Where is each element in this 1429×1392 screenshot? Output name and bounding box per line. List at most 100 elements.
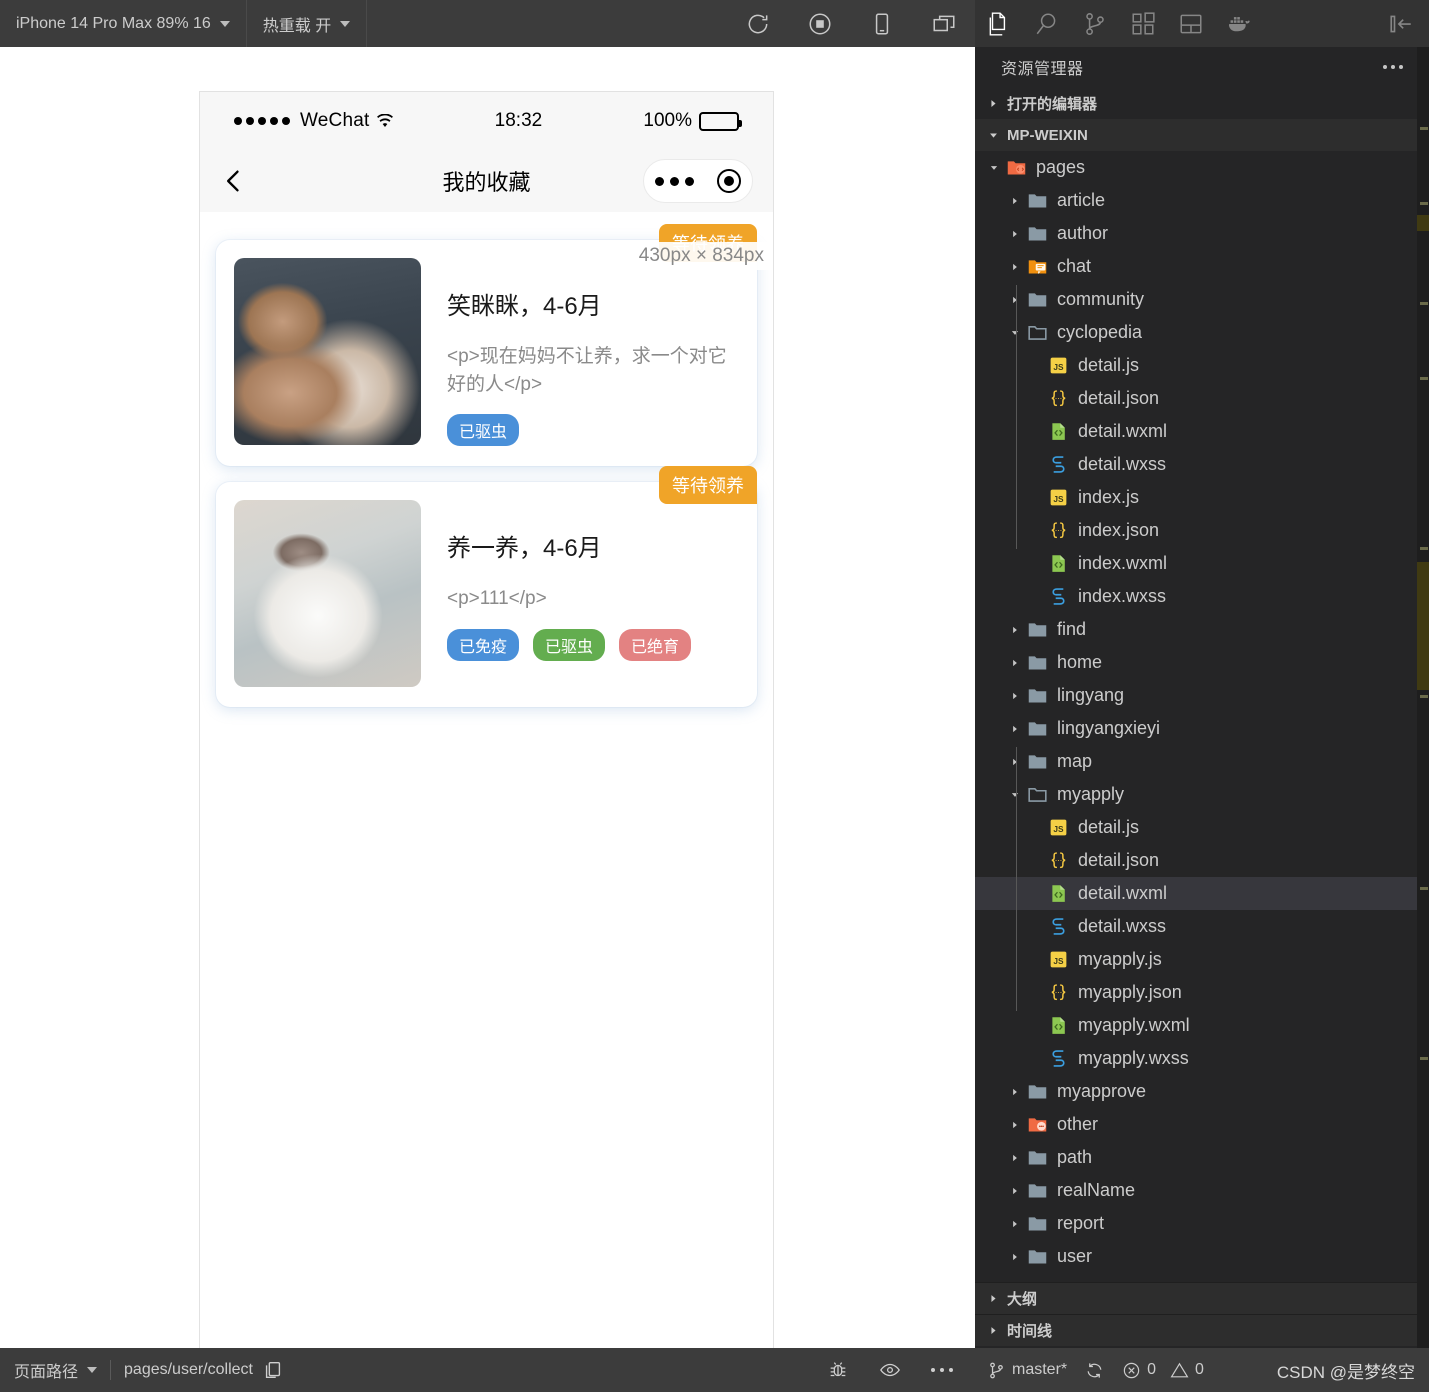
tree-folder-row[interactable]: community (975, 283, 1429, 316)
chevron-right-icon[interactable] (1006, 1153, 1024, 1163)
chevron-right-icon[interactable] (1006, 724, 1024, 734)
more-dots-icon[interactable] (931, 1368, 953, 1372)
page-path-label[interactable]: 页面路径 (14, 1358, 78, 1382)
chevron-down-icon[interactable] (1006, 328, 1024, 338)
device-icon[interactable] (869, 11, 895, 37)
tree-file-row[interactable]: JS detail.js (975, 811, 1429, 844)
section-workspace-label: MP-WEIXIN (1007, 126, 1088, 144)
docker-icon[interactable] (1215, 0, 1263, 47)
more-dots-icon[interactable] (655, 176, 695, 186)
chevron-right-icon[interactable] (1006, 1219, 1024, 1229)
list-item[interactable]: 等待领养 笑眯眯，4-6月 <p>现在妈妈不让养，求一个对它好的人</p> 已驱… (216, 224, 757, 467)
tree-file-row[interactable]: JS index.js (975, 481, 1429, 514)
tree-folder-row[interactable]: find (975, 613, 1429, 646)
chevron-down-icon[interactable] (985, 163, 1003, 173)
copy-icon[interactable] (262, 1359, 284, 1381)
tree-item-label: author (1057, 223, 1109, 243)
file-tree[interactable]: 打开的编辑器 MP-WEIXIN pages article author chat c… (975, 87, 1429, 1282)
tree-folder-row[interactable]: home (975, 646, 1429, 679)
tree-file-row[interactable]: index.wxml (975, 547, 1429, 580)
wxss-icon (1045, 1048, 1071, 1069)
refresh-icon[interactable] (745, 11, 771, 37)
multi-window-icon[interactable] (931, 11, 957, 37)
eye-icon[interactable] (879, 1359, 901, 1381)
chevron-right-icon[interactable] (1006, 196, 1024, 206)
collect-list[interactable]: 等待领养 笑眯眯，4-6月 <p>现在妈妈不让养，求一个对它好的人</p> 已驱… (200, 212, 773, 1383)
source-control-icon[interactable] (1071, 0, 1119, 47)
tree-file-row[interactable]: detail.wxml (975, 877, 1429, 910)
chevron-right-icon[interactable] (1006, 1120, 1024, 1130)
section-outline[interactable]: 大纲 (975, 1282, 1429, 1314)
chevron-right-icon[interactable] (1006, 757, 1024, 767)
chevron-right-icon[interactable] (1006, 1252, 1024, 1262)
chevron-right-icon[interactable] (1006, 1186, 1024, 1196)
list-item[interactable]: 等待领养 养一养，4-6月 <p>111</p> 已免疫 已驱虫 已绝育 (216, 466, 757, 708)
device-selector[interactable]: iPhone 14 Pro Max 89% 16 (0, 0, 247, 47)
tree-folder-row[interactable]: cyclopedia (975, 316, 1429, 349)
tree-file-row[interactable]: detail.wxml (975, 415, 1429, 448)
extensions-icon[interactable] (1119, 0, 1167, 47)
tree-file-row[interactable]: detail.wxss (975, 910, 1429, 943)
chevron-right-icon[interactable] (1006, 691, 1024, 701)
chevron-right-icon[interactable] (1006, 658, 1024, 668)
tree-folder-row[interactable]: pages (975, 151, 1429, 184)
branch-indicator[interactable]: master* (987, 1361, 1067, 1380)
search-icon[interactable] (1023, 0, 1071, 47)
section-timeline[interactable]: 时间线 (975, 1314, 1429, 1346)
tree-folder-row[interactable]: map (975, 745, 1429, 778)
chevron-right-icon (985, 95, 1001, 111)
tree-folder-row[interactable]: lingyang (975, 679, 1429, 712)
chevron-down-icon[interactable] (87, 1367, 98, 1373)
json-icon (1045, 982, 1071, 1003)
vscode-pane: 资源管理器 打开的编辑器 MP-WEIXIN pages article autho… (975, 0, 1429, 1392)
tree-item-label: detail.wxss (1078, 454, 1167, 474)
chevron-right-icon[interactable] (1006, 262, 1024, 272)
chevron-right-icon[interactable] (1006, 229, 1024, 239)
chevron-right-icon[interactable] (1006, 295, 1024, 305)
tree-file-row[interactable]: myapply.wxss (975, 1042, 1429, 1075)
phone-frame: WeChat 18:32 100% 我的收藏 430px × 834px 笑眯眯… (199, 91, 774, 1384)
explorer-icon[interactable] (975, 0, 1023, 47)
tree-file-row[interactable]: myapply.wxml (975, 1009, 1429, 1042)
section-workspace[interactable]: MP-WEIXIN (975, 119, 1429, 151)
json-icon (1045, 520, 1071, 541)
status-bar-time: 18:32 (494, 110, 543, 131)
tree-folder-row[interactable]: user (975, 1240, 1429, 1273)
chevron-left-icon[interactable] (220, 167, 248, 195)
chevron-right-icon[interactable] (1006, 1087, 1024, 1097)
collapse-sidebar-icon[interactable] (1381, 0, 1429, 47)
tree-file-row[interactable]: JS detail.js (975, 349, 1429, 382)
layout-panel-icon[interactable] (1167, 0, 1215, 47)
tree-folder-row[interactable]: chat (975, 250, 1429, 283)
tree-folder-row[interactable]: myapply (975, 778, 1429, 811)
tree-folder-row[interactable]: lingyangxieyi (975, 712, 1429, 745)
tree-folder-row[interactable]: report (975, 1207, 1429, 1240)
tree-file-row[interactable]: index.wxss (975, 580, 1429, 613)
tree-folder-row[interactable]: other (975, 1108, 1429, 1141)
folder-plain-icon (1024, 619, 1050, 640)
status-badge: 等待领养 (659, 466, 757, 505)
stop-record-icon[interactable] (807, 11, 833, 37)
js-icon: JS (1045, 487, 1071, 508)
tree-folder-row[interactable]: realName (975, 1174, 1429, 1207)
more-actions-icon[interactable] (1383, 65, 1417, 69)
chevron-right-icon[interactable] (1006, 625, 1024, 635)
tree-file-row[interactable]: myapply.json (975, 976, 1429, 1009)
tree-folder-row[interactable]: path (975, 1141, 1429, 1174)
tree-folder-row[interactable]: myapprove (975, 1075, 1429, 1108)
tree-folder-row[interactable]: author (975, 217, 1429, 250)
problems-indicator[interactable]: 0 0 (1122, 1361, 1204, 1380)
section-open-editors[interactable]: 打开的编辑器 (975, 87, 1429, 119)
sync-button[interactable] (1085, 1361, 1104, 1380)
target-icon[interactable] (716, 169, 741, 193)
tree-file-row[interactable]: detail.wxss (975, 448, 1429, 481)
tree-file-row[interactable]: detail.json (975, 382, 1429, 415)
bug-icon[interactable] (827, 1359, 849, 1381)
hot-reload-selector[interactable]: 热重载 开 (247, 0, 368, 47)
tree-folder-row[interactable]: article (975, 184, 1429, 217)
editor-edge-strip[interactable] (1417, 47, 1429, 1348)
tree-file-row[interactable]: index.json (975, 514, 1429, 547)
chevron-down-icon[interactable] (1006, 790, 1024, 800)
tree-file-row[interactable]: detail.json (975, 844, 1429, 877)
tree-file-row[interactable]: JS myapply.js (975, 943, 1429, 976)
